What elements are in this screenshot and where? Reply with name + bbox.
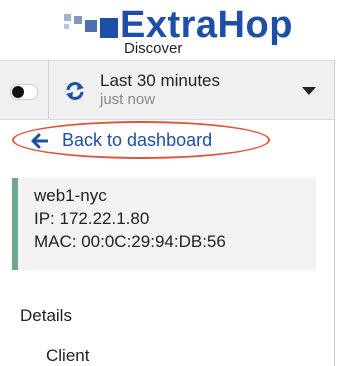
device-ip: IP: 172.22.1.80 <box>34 209 150 228</box>
toggle-switch-icon[interactable] <box>10 84 38 100</box>
sidebar-toggle[interactable] <box>0 61 49 119</box>
refresh-icon[interactable] <box>64 80 86 102</box>
caret-down-icon[interactable] <box>302 87 316 95</box>
app-header: ExtraHop Discover <box>0 0 349 60</box>
device-mac: MAC: 00:0C:29:94:DB:56 <box>34 232 226 251</box>
device-card: web1-nyc IP: 172.22.1.80 MAC: 00:0C:29:9… <box>12 178 316 270</box>
logo-mark-icon <box>64 14 118 38</box>
panel-divider <box>334 60 335 366</box>
refresh-status: just now <box>100 91 156 108</box>
extrahop-logo[interactable]: ExtraHop Discover <box>62 4 292 60</box>
back-link-label[interactable]: Back to dashboard <box>62 130 212 151</box>
arrow-left-icon <box>31 133 48 149</box>
device-name: web1-nyc <box>34 186 107 205</box>
time-toolbar: Last 30 minutes just now <box>0 60 334 120</box>
brand-product: Discover <box>124 40 183 57</box>
client-nav-item[interactable]: Client <box>46 346 89 366</box>
back-to-dashboard-link[interactable]: Back to dashboard <box>12 121 270 159</box>
time-range-label[interactable]: Last 30 minutes <box>100 71 220 91</box>
details-section-heading: Details <box>20 306 72 325</box>
toggle-knob <box>12 86 24 98</box>
